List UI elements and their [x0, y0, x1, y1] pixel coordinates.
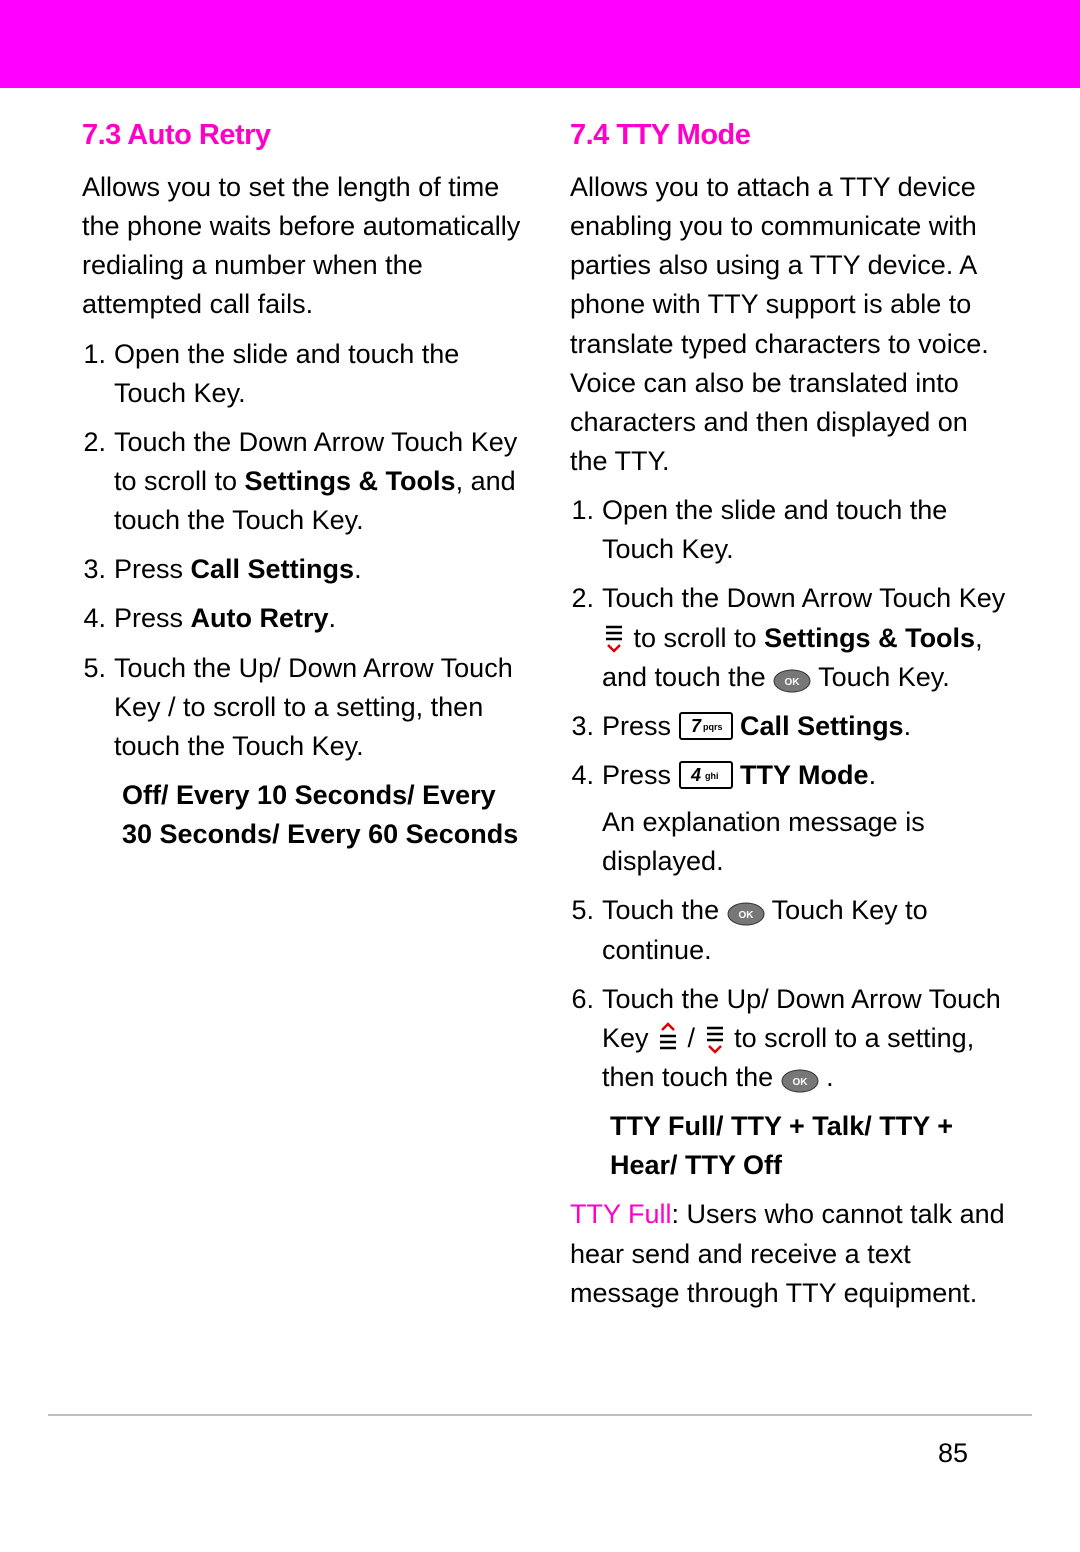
step-number: 6. [570, 980, 602, 1097]
content-columns: 7.3 Auto Retry Allows you to set the len… [0, 88, 1080, 1323]
page-number: 85 [0, 1434, 1080, 1473]
ok-icon [773, 665, 811, 689]
ok-icon [781, 1065, 819, 1089]
list-item: 5. Touch the Touch Key to continue. [570, 891, 1010, 969]
list-item: 2. Touch the Down Arrow Touch Key to scr… [570, 579, 1010, 696]
left-column: 7.3 Auto Retry Allows you to set the len… [82, 114, 522, 1323]
step-number: 5. [570, 891, 602, 969]
step-text: Press Call Settings. [114, 550, 522, 589]
auto-retry-steps: 1. Open the slide and touch the Touch Ke… [82, 335, 522, 766]
list-item: 4. Press Auto Retry. [82, 599, 522, 638]
list-item: 3. Press Call Settings. [570, 707, 1010, 746]
step-text: Touch the Touch Key to continue. [602, 891, 1010, 969]
step-number: 4. [82, 599, 114, 638]
right-column: 7.4 TTY Mode Allows you to attach a TTY … [570, 114, 1010, 1323]
auto-retry-intro: Allows you to set the length of time the… [82, 168, 522, 325]
list-item: 5. Touch the Up/ Down Arrow Touch Key / … [82, 649, 522, 766]
list-item: 1. Open the slide and touch the Touch Ke… [570, 491, 1010, 569]
step-number: 2. [82, 423, 114, 540]
step-text: Press Auto Retry. [114, 599, 522, 638]
down-arrow-icon [703, 1022, 727, 1054]
footer-rule [48, 1414, 1032, 1416]
keypad-4-icon [679, 761, 733, 789]
tty-full-desc: TTY Full: Users who cannot talk and hear… [570, 1195, 1010, 1312]
up-arrow-icon [656, 1022, 680, 1054]
section-heading-7-3: 7.3 Auto Retry [82, 114, 522, 156]
tty-intro: Allows you to attach a TTY device enabli… [570, 168, 1010, 481]
tty-options: TTY Full/ TTY + Talk/ TTY + Hear/ TTY Of… [570, 1107, 1010, 1185]
ok-icon [727, 898, 765, 922]
step-number: 1. [570, 491, 602, 569]
down-arrow-icon [602, 621, 626, 653]
list-item: 2. Touch the Down Arrow Touch Key to scr… [82, 423, 522, 540]
step-number: 4. [570, 756, 602, 881]
step-text: Touch the Down Arrow Touch Key to scroll… [114, 423, 522, 540]
section-heading-7-4: 7.4 TTY Mode [570, 114, 1010, 156]
step-text: Touch the Up/ Down Arrow Touch Key / to … [602, 980, 1010, 1097]
step-number: 5. [82, 649, 114, 766]
list-item: 6. Touch the Up/ Down Arrow Touch Key / … [570, 980, 1010, 1097]
step-text: Press Call Settings. [602, 707, 1010, 746]
step-number: 2. [570, 579, 602, 696]
step-number: 1. [82, 335, 114, 413]
step-text: Touch the Up/ Down Arrow Touch Key / to … [114, 649, 522, 766]
keypad-7-icon [679, 712, 733, 740]
header-bar [0, 0, 1080, 88]
step-text: Open the slide and touch the Touch Key. [602, 491, 1010, 569]
list-item: 1. Open the slide and touch the Touch Ke… [82, 335, 522, 413]
step-number: 3. [570, 707, 602, 746]
step-number: 3. [82, 550, 114, 589]
list-item: 3. Press Call Settings. [82, 550, 522, 589]
auto-retry-options: Off/ Every 10 Seconds/ Every 30 Seconds/… [82, 776, 522, 854]
step-text: Press TTY Mode. An explanation message i… [602, 756, 1010, 881]
list-item: 4. Press TTY Mode. An explanation messag… [570, 756, 1010, 881]
step-text: Touch the Down Arrow Touch Key to scroll… [602, 579, 1010, 696]
tty-steps: 1. Open the slide and touch the Touch Ke… [570, 491, 1010, 1097]
tty-full-label: TTY Full [570, 1199, 672, 1229]
step-text: Open the slide and touch the Touch Key. [114, 335, 522, 413]
